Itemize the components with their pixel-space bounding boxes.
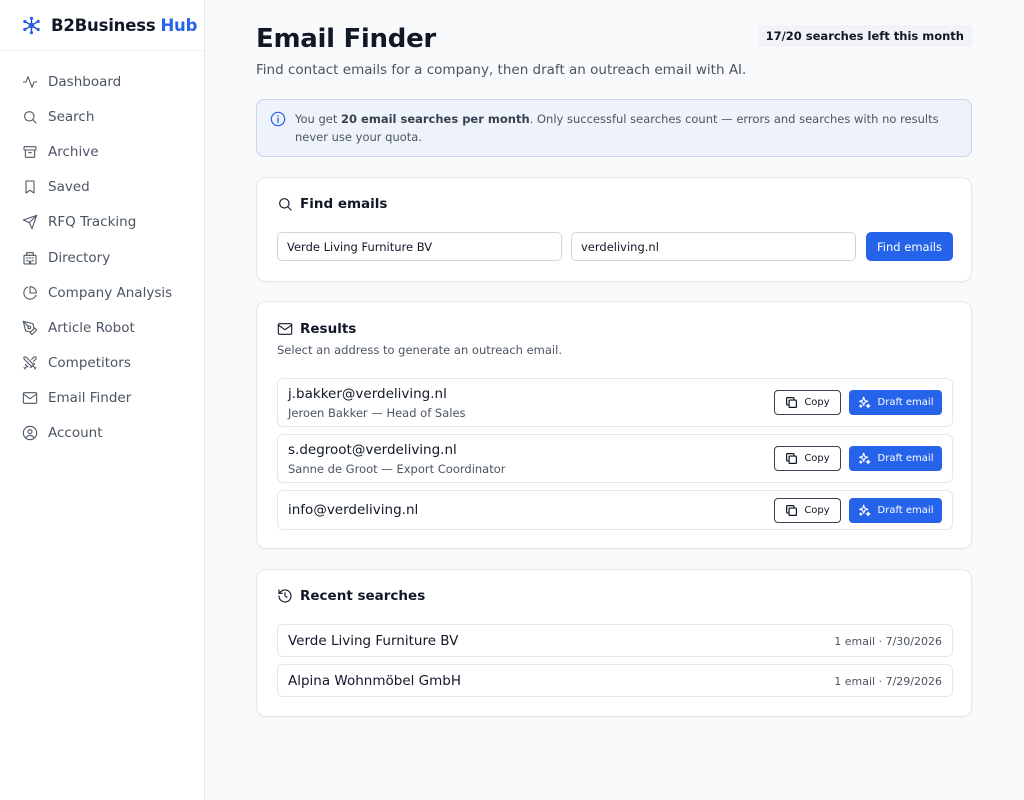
- archive-icon: [23, 146, 37, 158]
- recent-search-meta: 1 email · 7/29/2026: [834, 675, 942, 688]
- sidebar-item-email-finder[interactable]: Email Finder: [0, 381, 204, 416]
- sidebar-item-label: Dashboard: [48, 73, 122, 90]
- swords-icon: [23, 356, 37, 370]
- network-logo-icon: [23, 16, 40, 34]
- results-heading: Results: [277, 321, 356, 337]
- result-email: j.bakker@verdeliving.nl: [288, 386, 447, 402]
- draft-email-button[interactable]: Draft email: [849, 390, 942, 415]
- copy-icon: [786, 453, 798, 464]
- find-emails-heading-text: Find emails: [300, 196, 388, 212]
- draft-email-label: Draft email: [877, 453, 934, 464]
- building-icon: [23, 251, 37, 265]
- sparkles-icon: [858, 396, 871, 409]
- mail-icon: [22, 392, 38, 405]
- copy-button[interactable]: Copy: [774, 498, 841, 523]
- sidebar-item-label: Email Finder: [48, 390, 132, 407]
- info-text-prefix: You get: [295, 112, 342, 126]
- activity-icon: [22, 75, 38, 88]
- recent-search-row[interactable]: Verde Living Furniture BV 1 email · 7/30…: [277, 624, 953, 657]
- sidebar-item-label: Competitors: [48, 355, 131, 372]
- bookmark-icon: [25, 180, 35, 194]
- results-card: Results Select an address to generate an…: [256, 301, 972, 549]
- recent-searches-heading: Recent searches: [277, 588, 425, 604]
- copy-icon: [786, 397, 798, 408]
- find-emails-button[interactable]: Find emails: [866, 232, 953, 261]
- sidebar-item-article-robot[interactable]: Article Robot: [0, 310, 204, 345]
- result-row[interactable]: s.degroot@verdeliving.nl Sanne de Groot …: [277, 434, 953, 483]
- domain-input[interactable]: [571, 232, 856, 261]
- sidebar-item-label: Search: [48, 108, 95, 125]
- pie-chart-icon: [23, 285, 37, 300]
- recent-search-company: Alpina Wohnmöbel GmbH: [288, 673, 462, 689]
- sparkles-icon: [858, 452, 871, 465]
- user-circle-icon: [22, 426, 38, 441]
- send-icon: [22, 215, 38, 230]
- draft-email-label: Draft email: [877, 505, 934, 516]
- app-name-accent: Hub: [160, 15, 198, 35]
- copy-button-label: Copy: [804, 453, 830, 464]
- sparkles-icon: [858, 504, 871, 517]
- pen-tool-icon: [22, 320, 38, 336]
- sidebar-nav: Dashboard Search Archive Saved RFQ Track…: [0, 64, 204, 451]
- search-icon: [279, 198, 292, 211]
- sidebar-item-search[interactable]: Search: [0, 99, 204, 134]
- copy-button-label: Copy: [804, 397, 830, 408]
- sidebar-item-saved[interactable]: Saved: [0, 170, 204, 205]
- sidebar-item-directory[interactable]: Directory: [0, 240, 204, 275]
- draft-email-label: Draft email: [877, 397, 934, 408]
- mail-icon: [277, 323, 293, 335]
- find-emails-heading: Find emails: [277, 196, 387, 212]
- info-text-bold: 20 email searches per month: [341, 112, 530, 126]
- sidebar-item-label: Directory: [48, 249, 111, 266]
- copy-button[interactable]: Copy: [774, 446, 841, 471]
- company-name-input[interactable]: [277, 232, 562, 261]
- draft-email-button[interactable]: Draft email: [849, 446, 942, 471]
- sidebar-item-company-analysis[interactable]: Company Analysis: [0, 275, 204, 310]
- sidebar-item-label: Company Analysis: [48, 284, 173, 301]
- app-name: B2Business Hub: [51, 16, 197, 35]
- result-contact: Jeroen Bakker — Head of Sales: [288, 406, 466, 420]
- app-logo[interactable]: B2Business Hub: [0, 0, 204, 51]
- recent-search-meta: 1 email · 7/30/2026: [834, 635, 942, 648]
- result-email: info@verdeliving.nl: [288, 502, 419, 518]
- results-heading-text: Results: [300, 321, 357, 337]
- sidebar-item-competitors[interactable]: Competitors: [0, 346, 204, 381]
- sidebar-item-label: Account: [48, 425, 103, 442]
- recent-search-row[interactable]: Alpina Wohnmöbel GmbH 1 email · 7/29/202…: [277, 664, 953, 697]
- result-email: s.degroot@verdeliving.nl: [288, 442, 457, 458]
- copy-button[interactable]: Copy: [774, 390, 841, 415]
- sidebar-item-dashboard[interactable]: Dashboard: [0, 64, 204, 99]
- sidebar-item-label: RFQ Tracking: [48, 214, 137, 231]
- results-subtitle: Select an address to generate an outreac…: [277, 343, 562, 357]
- history-icon: [278, 589, 292, 603]
- sidebar-item-label: Archive: [48, 143, 99, 160]
- copy-icon: [786, 505, 798, 516]
- draft-email-button[interactable]: Draft email: [849, 498, 942, 523]
- page-subtitle: Find contact emails for a company, then …: [256, 62, 747, 78]
- result-contact: Sanne de Groot — Export Coordinator: [288, 462, 506, 476]
- recent-searches-heading-text: Recent searches: [300, 588, 426, 604]
- find-emails-card: Find emails Find emails: [256, 177, 972, 282]
- info-icon: [270, 111, 286, 127]
- page-title: Email Finder: [256, 24, 436, 54]
- sidebar-item-account[interactable]: Account: [0, 416, 204, 451]
- search-icon: [24, 110, 37, 124]
- app-name-main: B2Business: [51, 15, 156, 35]
- quota-badge: 17/20 searches left this month: [757, 25, 972, 47]
- copy-button-label: Copy: [804, 505, 830, 516]
- result-row[interactable]: j.bakker@verdeliving.nl Jeroen Bakker — …: [277, 378, 953, 427]
- sidebar-item-label: Article Robot: [48, 319, 135, 336]
- quota-info-box: You get 20 email searches per month. Onl…: [256, 99, 972, 157]
- recent-search-company: Verde Living Furniture BV: [288, 633, 459, 649]
- recent-searches-card: Recent searches Verde Living Furniture B…: [256, 569, 972, 717]
- sidebar-item-archive[interactable]: Archive: [0, 134, 204, 169]
- sidebar: B2Business Hub Dashboard Search Archive S…: [0, 0, 205, 800]
- sidebar-item-label: Saved: [48, 179, 90, 196]
- result-row[interactable]: info@verdeliving.nl Copy Draft email: [277, 490, 953, 530]
- sidebar-item-rfq-tracking[interactable]: RFQ Tracking: [0, 205, 204, 240]
